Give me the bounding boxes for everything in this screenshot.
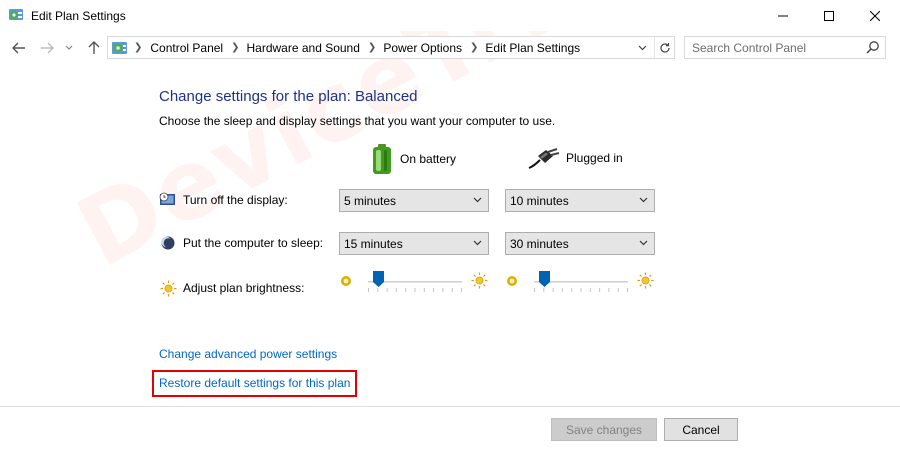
chevron-down-icon	[65, 45, 73, 50]
brightness-setting-text: Adjust plan brightness:	[183, 281, 305, 295]
display-plugged-value: 10 minutes	[510, 193, 569, 208]
chevron-down-icon	[638, 45, 646, 50]
control-panel-icon	[9, 9, 23, 20]
title-bar: Edit Plan Settings	[0, 0, 900, 31]
slider-ticks	[368, 288, 462, 292]
power-plug-icon	[528, 148, 560, 169]
breadcrumb: ❯ Control Panel ❯ Hardware and Sound ❯ P…	[132, 37, 580, 58]
close-button[interactable]	[852, 0, 898, 31]
control-panel-icon	[112, 42, 127, 54]
bright-brightness-icon	[637, 272, 654, 289]
breadcrumb-separator: ❯	[231, 42, 240, 53]
sleep-plugged-select[interactable]: 30 minutes	[505, 232, 655, 255]
bright-brightness-icon	[471, 272, 488, 289]
search-box[interactable]	[684, 36, 886, 59]
chevron-down-icon	[639, 197, 648, 203]
breadcrumb-separator: ❯	[470, 42, 479, 53]
search-input[interactable]	[692, 40, 862, 55]
footer-bar	[0, 406, 900, 450]
dim-brightness-icon	[341, 276, 351, 286]
display-battery-value: 5 minutes	[344, 193, 397, 208]
sleep-setting-label: Put the computer to sleep:	[159, 234, 323, 252]
chevron-down-icon	[639, 240, 648, 246]
recent-locations-button[interactable]	[63, 39, 75, 57]
refresh-button[interactable]	[654, 37, 674, 58]
breadcrumb-power-options[interactable]: Power Options	[383, 41, 462, 55]
advanced-power-settings-link[interactable]: Change advanced power settings	[159, 347, 337, 361]
breadcrumb-edit-plan-settings[interactable]: Edit Plan Settings	[485, 41, 580, 55]
window-title: Edit Plan Settings	[31, 9, 126, 23]
brightness-battery-slider[interactable]	[340, 270, 490, 294]
page-title: Change settings for the plan: Balanced	[159, 88, 418, 105]
address-bar[interactable]: ❯ Control Panel ❯ Hardware and Sound ❯ P…	[107, 36, 675, 59]
arrow-up-icon	[88, 41, 100, 54]
moon-icon	[159, 234, 177, 252]
slider-thumb[interactable]	[373, 271, 385, 287]
chevron-down-icon	[473, 197, 482, 203]
sleep-battery-select[interactable]: 15 minutes	[339, 232, 489, 255]
slider-ticks	[534, 288, 628, 292]
sun-icon	[159, 279, 177, 297]
save-changes-button[interactable]: Save changes	[551, 418, 657, 441]
chevron-down-icon	[473, 240, 482, 246]
column-header-plugged-in: Plugged in	[528, 147, 623, 169]
column-header-label: On battery	[400, 152, 457, 166]
display-battery-select[interactable]: 5 minutes	[339, 189, 489, 212]
sleep-plugged-value: 30 minutes	[510, 236, 569, 251]
arrow-left-icon	[12, 42, 25, 54]
column-header-on-battery: On battery	[370, 143, 456, 175]
search-icon[interactable]	[866, 40, 880, 54]
back-button[interactable]	[10, 39, 28, 57]
slider-thumb[interactable]	[539, 271, 551, 287]
display-setting-text: Turn off the display:	[183, 193, 288, 207]
forward-button[interactable]	[38, 39, 56, 57]
maximize-icon	[824, 10, 834, 21]
close-icon	[870, 10, 880, 21]
minimize-icon	[778, 15, 788, 16]
maximize-button[interactable]	[806, 0, 852, 31]
arrow-right-icon	[41, 42, 54, 54]
sleep-setting-text: Put the computer to sleep:	[183, 236, 324, 250]
minimize-button[interactable]	[760, 0, 806, 31]
display-setting-label: Turn off the display:	[159, 191, 288, 209]
battery-icon	[373, 144, 391, 174]
breadcrumb-separator: ❯	[134, 42, 143, 53]
page-subtitle: Choose the sleep and display settings th…	[159, 114, 556, 128]
breadcrumb-hardware-and-sound[interactable]: Hardware and Sound	[247, 41, 360, 55]
cancel-button[interactable]: Cancel	[664, 418, 738, 441]
dim-brightness-icon	[507, 276, 517, 286]
refresh-icon	[659, 42, 670, 53]
brightness-setting-label: Adjust plan brightness:	[159, 279, 304, 297]
breadcrumb-control-panel[interactable]: Control Panel	[150, 41, 223, 55]
up-button[interactable]	[85, 39, 103, 57]
display-plugged-select[interactable]: 10 minutes	[505, 189, 655, 212]
brightness-plugged-slider[interactable]	[506, 270, 656, 294]
address-dropdown-button[interactable]	[632, 37, 652, 58]
monitor-clock-icon	[159, 191, 177, 209]
sleep-battery-value: 15 minutes	[344, 236, 403, 251]
breadcrumb-separator: ❯	[367, 42, 377, 53]
restore-defaults-link[interactable]: Restore default settings for this plan	[159, 376, 350, 390]
column-header-label: Plugged in	[566, 151, 623, 165]
